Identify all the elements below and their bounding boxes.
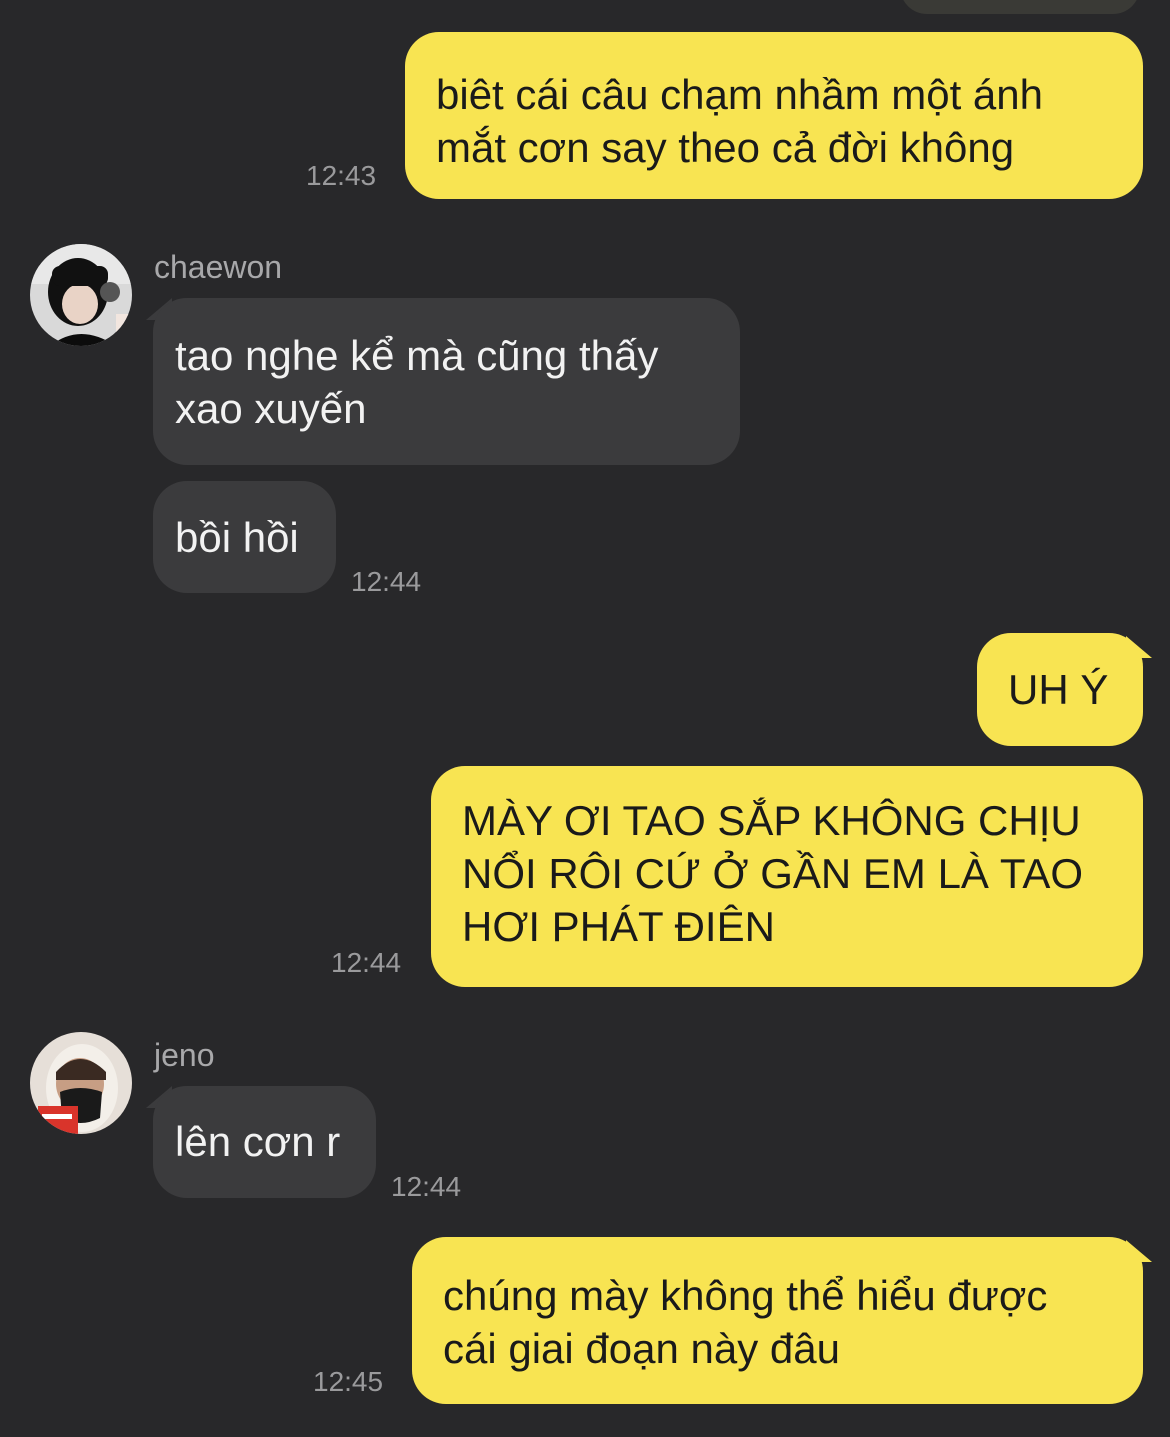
message-timestamp: 12:44 bbox=[331, 947, 402, 978]
message-text: biêt cái câu chạm nhầm một ánh mắt cơn s… bbox=[436, 71, 1043, 171]
message-timestamp: 12:45 bbox=[313, 1366, 384, 1397]
message-text: chúng mày không thể hiểu được cái giai đ… bbox=[443, 1272, 1048, 1372]
message-timestamp: 12:44 bbox=[351, 566, 422, 597]
previous-message-bubble[interactable] bbox=[900, 0, 1140, 14]
outgoing-message-bubble[interactable]: biêt cái câu chạm nhầm một ánh mắt cơn s… bbox=[405, 32, 1143, 199]
message-text: bồi hồi bbox=[175, 514, 299, 561]
avatar-chaewon[interactable] bbox=[30, 244, 132, 346]
message-text: UH Ý bbox=[1008, 666, 1109, 713]
sender-name: jeno bbox=[154, 1037, 215, 1073]
incoming-message-bubble[interactable]: tao nghe kể mà cũng thấy xao xuyến bbox=[153, 298, 740, 465]
avatar-jeno[interactable] bbox=[30, 1032, 132, 1134]
outgoing-message-bubble[interactable]: UH Ý bbox=[977, 633, 1143, 746]
sender-name: chaewon bbox=[154, 249, 283, 285]
outgoing-message-bubble[interactable]: MÀY ƠI TAO SẮP KHÔNG CHỊU NỔI RÔI CỨ Ở G… bbox=[431, 766, 1143, 987]
message-timestamp: 12:43 bbox=[306, 160, 377, 191]
outgoing-message-bubble[interactable]: chúng mày không thể hiểu được cái giai đ… bbox=[412, 1237, 1143, 1404]
incoming-message-bubble[interactable]: bồi hồi bbox=[153, 481, 336, 593]
message-timestamp: 12:44 bbox=[391, 1171, 462, 1202]
message-text: lên cơn r bbox=[175, 1118, 341, 1165]
incoming-message-bubble[interactable]: lên cơn r bbox=[153, 1086, 376, 1198]
message-text: tao nghe kể mà cũng thấy xao xuyến bbox=[175, 332, 659, 432]
message-text: MÀY ƠI TAO SẮP KHÔNG CHỊU NỔI RÔI CỨ Ở G… bbox=[462, 797, 1084, 950]
